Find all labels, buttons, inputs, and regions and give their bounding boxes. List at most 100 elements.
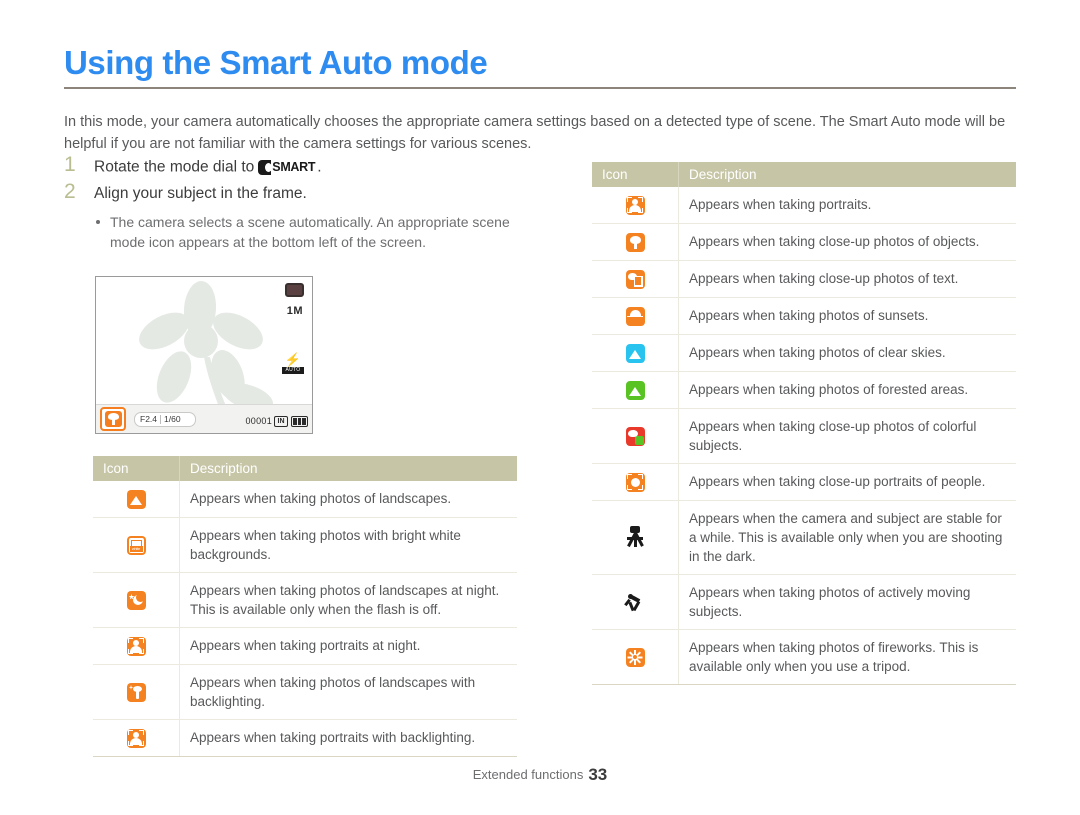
frame-corner [139,741,144,747]
table-row: Appears when taking photos with bright w… [93,517,517,573]
frame-corner [128,649,133,655]
page-footer: Extended functions 33 [0,765,1080,785]
footer-page-number: 33 [588,765,608,784]
footer-section-label: Extended functions [472,767,584,782]
description-cell: Appears when taking photos of sunsets. [678,297,1016,335]
battery-icon [291,416,308,427]
step-text: Rotate the mode dial to SMART. [94,156,534,179]
table-row: Appears when taking portraits at night. [93,627,517,665]
description-cell: Appears when taking photos of landscapes… [179,572,517,628]
night-landscape-icon [126,590,146,610]
icon-cell [592,574,679,630]
scene-icon-table-right: Icon Description Appears when taking por… [592,162,1016,685]
description-cell: Appears when taking portraits at night. [179,627,517,665]
macro-object-icon [625,232,645,252]
flash-sublabel: AUTO [282,367,304,374]
description-cell: Appears when taking photos with bright w… [179,517,517,573]
sparkle-glyph [128,684,134,690]
table-row: Appears when taking photos of landscapes… [93,481,517,518]
frame-corner [638,485,643,491]
step-1: 1 Rotate the mode dial to SMART. [64,153,534,179]
description-cell: Appears when taking photos of clear skie… [678,334,1016,372]
icon-cell [93,627,180,665]
frame-corner [627,474,632,480]
description-cell: Appears when taking photos of landscapes… [179,664,517,720]
icon-cell [592,408,679,464]
scene-mode-indicator [100,407,126,431]
flash-bolt-glyph: ⚡ [284,352,302,367]
table-row: Appears when taking portraits with backl… [93,719,517,757]
camera-glyph [258,159,273,175]
shots-remaining: 00001 [245,416,272,426]
table-row: Appears when taking photos of sunsets. [592,297,1016,335]
resolution-indicator: 1M [286,305,303,317]
frame-corner [627,208,632,214]
table-row: Appears when taking photos of clear skie… [592,334,1016,372]
icon-cell [592,187,679,224]
frame-corner [128,638,133,644]
step-text-after: . [317,158,322,176]
steps-list: 1 Rotate the mode dial to SMART. 2 Align … [64,153,534,256]
icon-cell [93,719,180,757]
camera-lcd-illustration: 1M ⚡ AUTO F2.4 1/60 00001 IN [95,276,313,434]
column-header-icon: Icon [93,456,180,481]
step-text-before: Rotate the mode dial to [94,158,255,176]
macro-text-icon [625,269,645,289]
table-row: Appears when taking photos of fireworks.… [592,629,1016,685]
macro-colorful-icon [625,426,645,446]
icon-cell [592,334,679,372]
table-row: Appears when taking photos of actively m… [592,574,1016,630]
icon-cell [93,664,180,720]
icon-cell [93,572,180,628]
frame-corner [638,197,643,203]
frame-corner [128,730,133,736]
description-cell: Appears when taking photos of fireworks.… [678,629,1016,685]
description-cell: Appears when taking close-up photos of o… [678,223,1016,261]
sunset-icon [625,306,645,326]
description-cell: Appears when taking photos of actively m… [678,574,1016,630]
column-header-icon: Icon [592,162,679,187]
description-cell: Appears when the camera and subject are … [678,500,1016,575]
step-number: 1 [64,153,76,176]
frame-corner [627,197,632,203]
tripod-icon [624,526,646,548]
forest-icon [625,380,645,400]
fireworks-icon [625,647,645,667]
aperture-value: F2.4 [140,414,158,425]
flash-mode-icon: ⚡ AUTO [282,353,304,374]
icon-cell [592,629,679,685]
backlight-portrait-icon [126,728,146,748]
icon-cell [592,297,679,335]
table-row: Appears when the camera and subject are … [592,500,1016,575]
portrait-icon [625,195,645,215]
table-row: Appears when taking close-up photos of o… [592,223,1016,261]
table-row: Appears when taking close-up photos of t… [592,260,1016,298]
page-title: Using the Smart Auto mode [64,44,488,81]
column-header-description: Description [678,162,1016,187]
petal-glyph [627,272,637,280]
display-mode-icon [285,283,304,297]
battery-bar [293,418,297,425]
frame-corner [128,741,133,747]
table-row: Appears when taking close-up portraits o… [592,463,1016,501]
table-row: Appears when taking close-up photos of c… [592,408,1016,464]
battery-bar [302,418,307,425]
table-row: Appears when taking portraits. [592,187,1016,224]
night-portrait-icon [126,636,146,656]
internal-memory-icon: IN [274,416,288,427]
icon-cell [592,371,679,409]
frame-corner [139,638,144,644]
frame-corner [638,474,643,480]
icon-cell [592,223,679,261]
backlight-landscape-icon [126,682,146,702]
description-cell: Appears when taking photos of landscapes… [179,481,517,518]
burst-core [632,654,638,661]
action-icon [624,591,646,613]
description-cell: Appears when taking close-up portraits o… [678,463,1016,501]
table-row: Appears when taking photos of forested a… [592,371,1016,409]
icon-cell [592,500,679,575]
frame-corner [139,649,144,655]
intro-paragraph: In this mode, your camera automatically … [64,113,1006,152]
description-cell: Appears when taking photos of forested a… [678,371,1016,409]
scene-icon-table-left: Icon Description Appears when taking pho… [93,456,517,757]
